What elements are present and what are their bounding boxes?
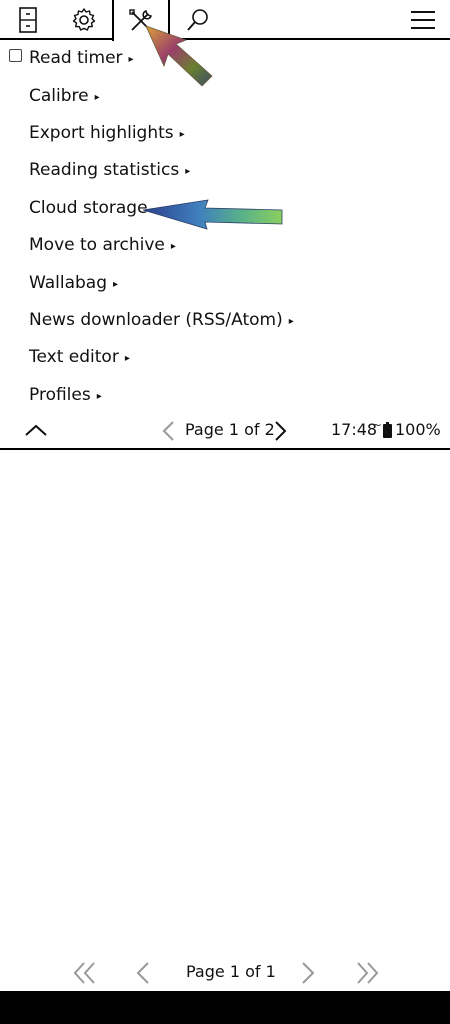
last-page-icon[interactable] bbox=[355, 961, 379, 985]
menu-item-label: Calibre bbox=[29, 86, 89, 106]
menu-item-profiles[interactable]: Profiles ▸ bbox=[29, 384, 102, 408]
tab-bar bbox=[0, 0, 450, 41]
menu-item-label: Text editor bbox=[29, 347, 119, 367]
menu-item-news-downloader[interactable]: News downloader (RSS/Atom) ▸ bbox=[29, 309, 294, 333]
menu-item-label: Move to archive bbox=[29, 235, 165, 255]
submenu-arrow-icon: ▸ bbox=[124, 353, 130, 364]
chevron-up-icon[interactable] bbox=[24, 422, 48, 438]
hamburger-menu-icon bbox=[411, 11, 435, 29]
annotation-arrows bbox=[142, 25, 283, 230]
menu-item-wallabag[interactable]: Wallabag ▸ bbox=[29, 272, 118, 296]
menu-item-read-timer[interactable]: Read timer ▸ bbox=[29, 47, 134, 71]
submenu-arrow-icon: ▸ bbox=[185, 166, 191, 177]
system-navigation-bar bbox=[0, 991, 450, 1024]
read-timer-checkbox[interactable] bbox=[9, 49, 22, 62]
submenu-arrow-icon: ▸ bbox=[96, 391, 102, 402]
tab-file-browser[interactable] bbox=[0, 0, 56, 40]
submenu-arrow-icon: ▸ bbox=[128, 54, 134, 65]
submenu-arrow-icon: ▸ bbox=[113, 279, 119, 290]
battery-percent: 100% bbox=[395, 420, 441, 439]
page-indicator[interactable]: Page 1 of 1 bbox=[186, 962, 276, 981]
wifi-status-icon: ~ bbox=[372, 418, 383, 432]
menu-footer: Page 1 of 2 17:48 ~ 100% bbox=[0, 412, 450, 450]
tab-search[interactable] bbox=[170, 0, 226, 40]
menu-item-label: Read timer bbox=[29, 48, 123, 68]
file-cabinet-icon bbox=[19, 7, 37, 33]
menu-item-label: Wallabag bbox=[29, 273, 108, 293]
tab-tools[interactable] bbox=[112, 0, 170, 41]
gear-icon bbox=[72, 8, 96, 31]
submenu-arrow-icon: ▸ bbox=[288, 316, 294, 327]
menu-item-label: News downloader (RSS/Atom) bbox=[29, 310, 283, 330]
previous-page-icon[interactable] bbox=[135, 961, 151, 985]
menu-item-export-highlights[interactable]: Export highlights ▸ bbox=[29, 122, 185, 146]
submenu-arrow-icon: ▸ bbox=[179, 129, 185, 140]
tab-settings[interactable] bbox=[56, 0, 112, 40]
next-page-icon[interactable] bbox=[300, 961, 316, 985]
annotation-arrow-cloud-storage bbox=[142, 199, 283, 230]
menu-item-text-editor[interactable]: Text editor ▸ bbox=[29, 346, 130, 370]
menu-item-reading-statistics[interactable]: Reading statistics ▸ bbox=[29, 159, 190, 183]
tab-main-menu[interactable] bbox=[396, 0, 450, 40]
first-page-icon[interactable] bbox=[73, 961, 97, 985]
menu-item-move-to-archive[interactable]: Move to archive ▸ bbox=[29, 234, 176, 258]
menu-item-label: Reading statistics bbox=[29, 160, 180, 180]
menu-item-label: Export highlights bbox=[29, 123, 174, 143]
search-icon bbox=[187, 9, 208, 31]
chevron-left-icon[interactable] bbox=[160, 420, 176, 442]
submenu-arrow-icon: ▸ bbox=[170, 241, 176, 252]
submenu-arrow-icon: ▸ bbox=[94, 92, 100, 103]
menu-item-label: Cloud storage bbox=[29, 198, 148, 218]
tools-icon bbox=[129, 8, 152, 31]
menu-item-label: Profiles bbox=[29, 385, 91, 405]
battery-icon bbox=[383, 422, 392, 438]
menu-item-cloud-storage[interactable]: Cloud storage bbox=[29, 197, 148, 219]
bottom-page-navigation: Page 1 of 1 bbox=[0, 955, 450, 991]
menu-page-indicator[interactable]: Page 1 of 2 bbox=[185, 420, 275, 439]
chevron-right-icon[interactable] bbox=[273, 420, 289, 442]
clock: 17:48 bbox=[331, 420, 378, 439]
menu-item-calibre[interactable]: Calibre ▸ bbox=[29, 85, 100, 109]
